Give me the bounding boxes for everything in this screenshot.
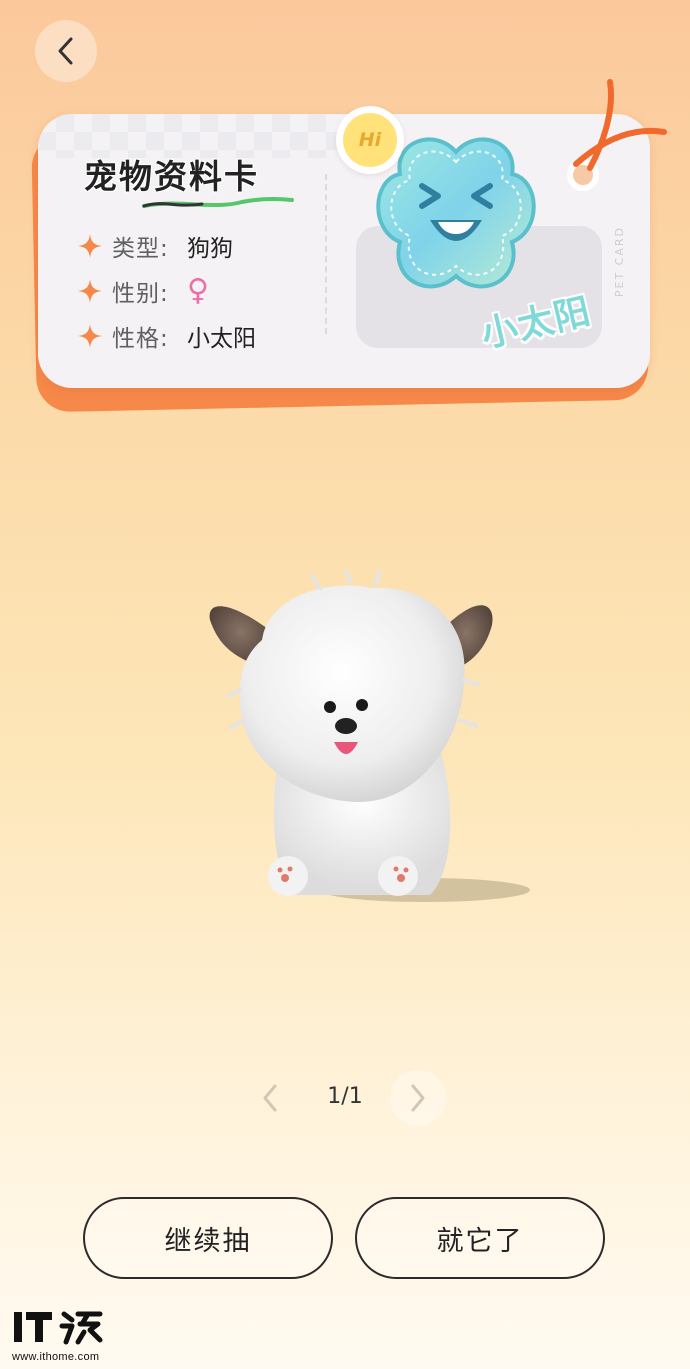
card-divider — [325, 174, 327, 334]
hi-badge: Hi — [336, 106, 404, 174]
personality-label: 性格: — [112, 326, 169, 352]
prev-page-button[interactable] — [242, 1070, 298, 1126]
back-button[interactable] — [35, 20, 97, 82]
confirm-button[interactable]: 就它了 — [355, 1197, 605, 1279]
chevron-right-icon — [411, 1084, 425, 1112]
sparkle-icon — [78, 324, 102, 348]
tag-string — [573, 79, 667, 171]
next-page-button[interactable] — [390, 1070, 446, 1126]
gender-label: 性别: — [112, 281, 169, 307]
pager: 1/1 — [0, 1070, 690, 1126]
ithome-logo — [14, 1311, 103, 1345]
chevron-left-icon — [263, 1084, 277, 1112]
page-counter: 1/1 — [327, 1084, 363, 1109]
female-icon: ♀ — [187, 273, 209, 308]
chevron-left-icon — [58, 37, 73, 65]
type-value: 狗狗 — [187, 236, 233, 262]
continue-draw-button[interactable]: 继续抽 — [83, 1197, 333, 1279]
sparkle-icon — [78, 234, 102, 258]
personality-row: 性格: 小太阳 — [78, 319, 256, 353]
personality-value: 小太阳 — [187, 326, 256, 352]
ithome-url: www.ithome.com — [12, 1351, 100, 1363]
dog-illustration — [209, 570, 530, 902]
gender-row: 性别: ♀ — [78, 274, 209, 308]
type-label: 类型: — [112, 236, 169, 262]
card-title: 宠物资料卡 — [84, 157, 259, 196]
sparkle-icon — [78, 279, 102, 303]
title-underline — [142, 196, 294, 208]
hi-badge-text: Hi — [343, 113, 397, 167]
pet-card-label: PET CARD — [613, 226, 626, 298]
ithome-watermark: www.ithome.com — [12, 1306, 104, 1363]
type-row: 类型: 狗狗 — [78, 229, 233, 263]
